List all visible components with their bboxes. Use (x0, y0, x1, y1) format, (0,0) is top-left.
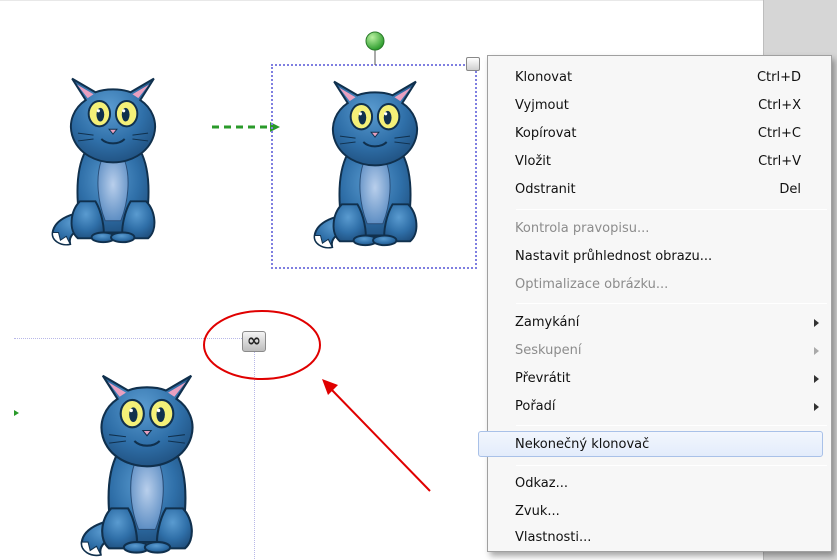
menu-item-paste[interactable]: Vložit Ctrl+V (490, 149, 829, 175)
submenu-arrow-icon (814, 375, 819, 383)
menu-item-properties[interactable]: Vlastnosti... (490, 525, 829, 551)
submenu-arrow-icon (814, 347, 819, 355)
menu-item-sound[interactable]: Zvuk... (490, 499, 829, 525)
cat-image-original[interactable] (38, 65, 188, 250)
menu-separator (516, 303, 827, 304)
guide-marker (14, 410, 19, 416)
app-window: ∞ Klonovat Ctrl+D Vyjmout Ctrl+X Kopírov… (0, 0, 837, 560)
menu-separator (516, 425, 827, 426)
cat-image-clone[interactable] (300, 68, 450, 253)
menu-item-image-optimization[interactable]: Optimalizace obrázku... (490, 272, 829, 298)
menu-item-cut[interactable]: Vyjmout Ctrl+X (490, 93, 829, 119)
submenu-arrow-icon (814, 319, 819, 327)
menu-separator (516, 465, 827, 466)
context-menu: Klonovat Ctrl+D Vyjmout Ctrl+X Kopírovat… (478, 55, 832, 552)
menu-item-image-transparency[interactable]: Nastavit průhlednost obrazu... (490, 244, 829, 270)
menu-item-infinite-cloner[interactable]: Nekonečný klonovač (478, 431, 823, 457)
submenu-arrow-icon (814, 403, 819, 411)
menu-item-grouping[interactable]: Seskupení (490, 338, 829, 364)
cat-image-infinite-clone[interactable] (52, 361, 242, 560)
menu-item-spellcheck[interactable]: Kontrola pravopisu... (490, 216, 829, 242)
menu-item-copy[interactable]: Kopírovat Ctrl+C (490, 121, 829, 147)
menu-item-clone[interactable]: Klonovat Ctrl+D (490, 65, 829, 91)
menu-item-link[interactable]: Odkaz... (490, 471, 829, 497)
rotate-handle-icon[interactable] (363, 30, 387, 66)
annotation-arrow (322, 379, 431, 492)
object-menu-icon[interactable] (466, 57, 480, 71)
menu-separator (516, 209, 827, 210)
menu-item-locking[interactable]: Zamykání (490, 310, 829, 336)
menu-item-flip[interactable]: Převrátit (490, 366, 829, 392)
menu-item-order[interactable]: Pořadí (490, 394, 829, 420)
menu-item-delete[interactable]: Odstranit Del (490, 177, 829, 203)
